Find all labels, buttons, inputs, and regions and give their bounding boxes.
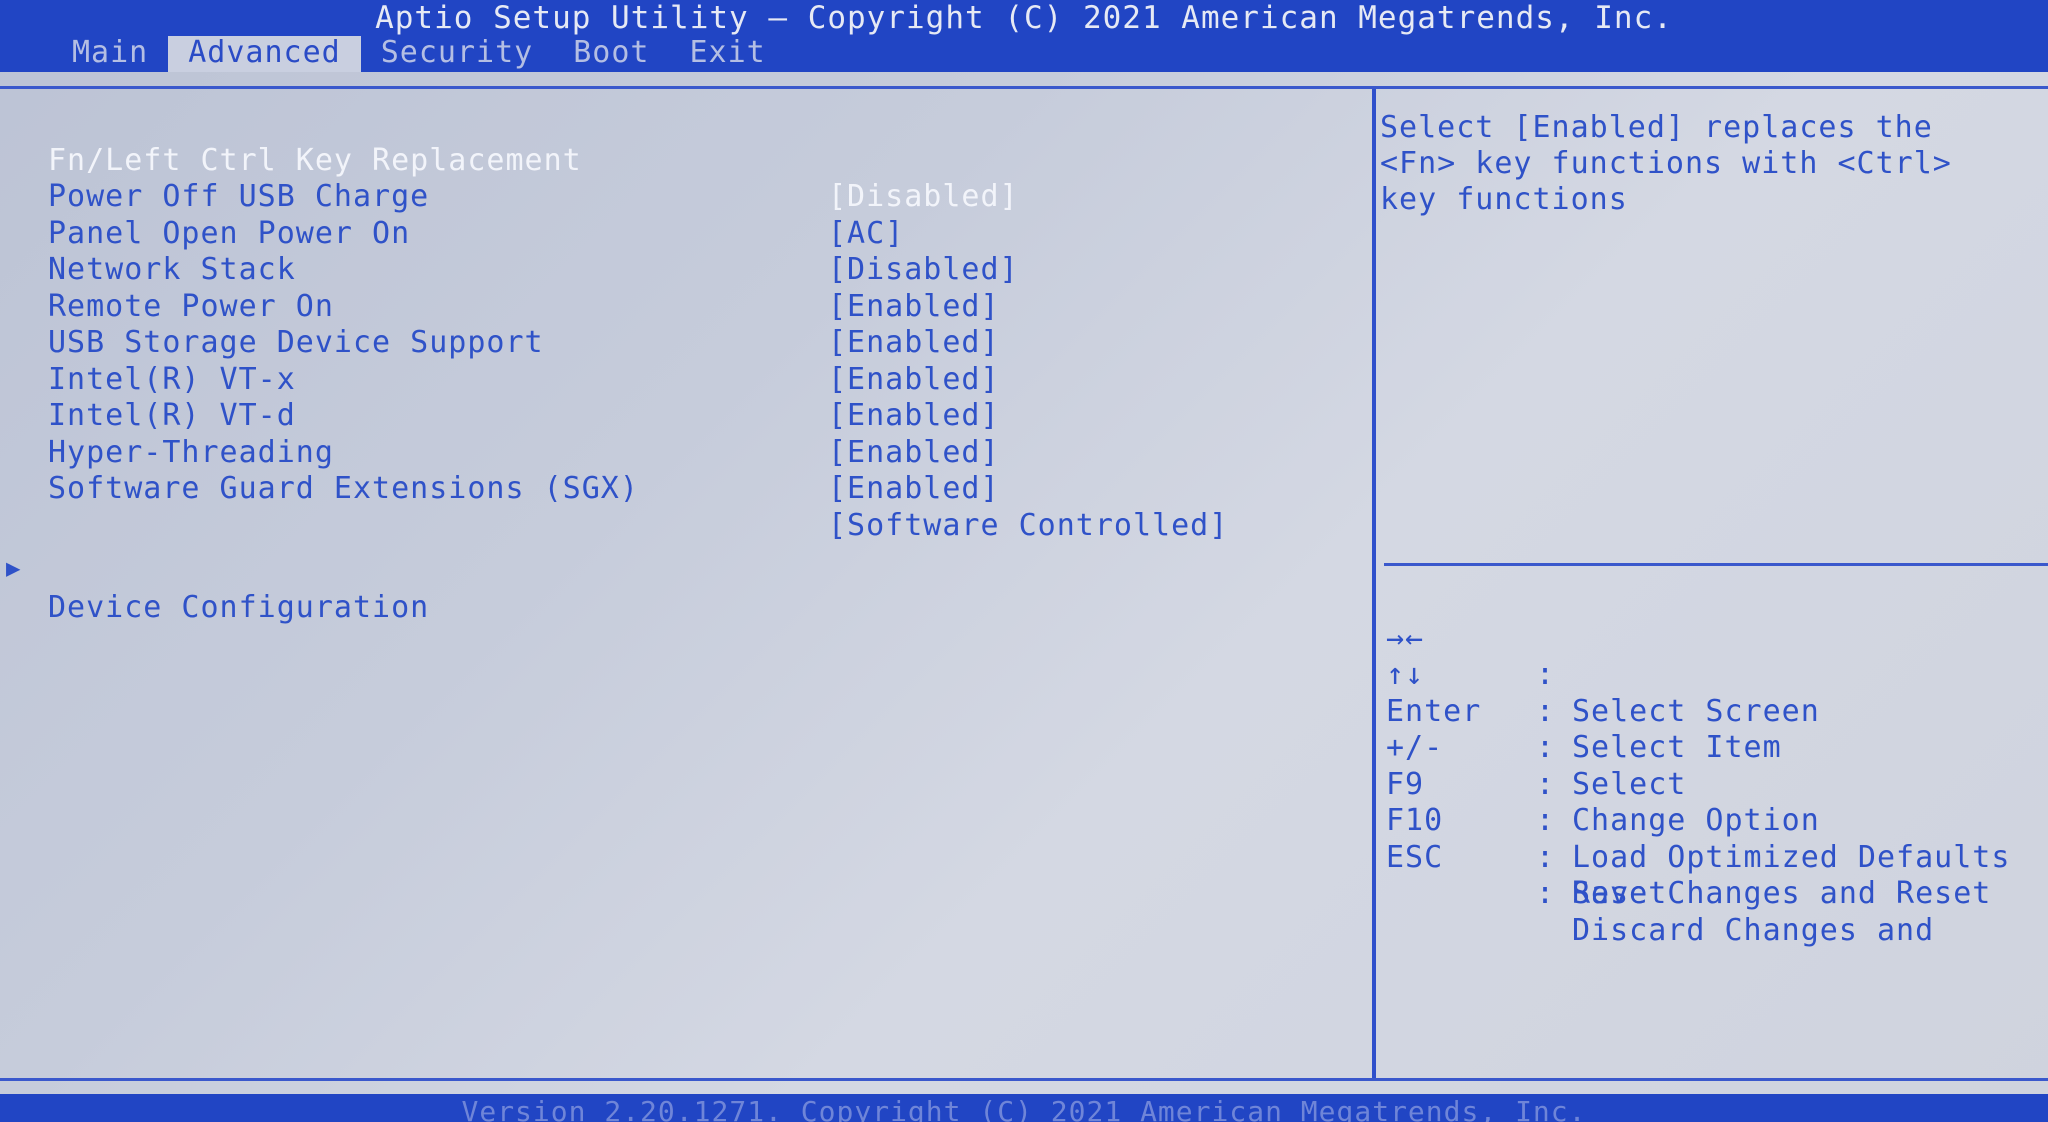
footer-version-text: Version 2.20.1271. Copyright (C) 2021 Am… xyxy=(461,1095,1587,1122)
help-panel: Select [Enabled] replaces the <Fn> key f… xyxy=(1380,110,2020,218)
setting-network-stack[interactable]: Network Stack [Enabled] xyxy=(48,216,1348,324)
app-title: Aptio Setup Utility – Copyright (C) 2021… xyxy=(375,0,1673,36)
submenu-arrow-icon: ▶ xyxy=(6,554,22,582)
tab-exit[interactable]: Exit xyxy=(670,36,786,72)
top-divider xyxy=(0,86,2048,89)
setting-remote-power-on[interactable]: Remote Power On [Enabled] xyxy=(48,252,1348,361)
tab-security[interactable]: Security xyxy=(361,36,554,72)
help-divider xyxy=(1384,563,2048,566)
submenu-device-configuration[interactable]: ▶ Device Configuration xyxy=(0,508,428,625)
help-text-line: <Fn> key functions with <Ctrl> xyxy=(1380,146,1952,181)
setting-intel-vt-d[interactable]: Intel(R) VT-d [Enabled] xyxy=(48,362,1348,470)
setting-fn-ctrl-replacement[interactable]: Fn/Left Ctrl Key Replacement [Disabled] xyxy=(48,106,1348,215)
bottom-divider xyxy=(0,1078,2048,1081)
key-legend-row-continued: Reset xyxy=(1386,840,2048,911)
key-legend-row: F10 : Save Changes and Reset xyxy=(1386,767,2048,911)
key-legend-row: ↑↓ : Select Item xyxy=(1386,621,2048,765)
setting-power-off-usb-charge[interactable]: Power Off USB Charge [AC] xyxy=(48,143,1348,251)
tab-bar: Main Advanced Security Boot Exit xyxy=(52,36,786,72)
key-legend-row: →← : Select Screen xyxy=(1386,584,2048,729)
tab-advanced[interactable]: Advanced xyxy=(168,36,361,72)
setting-panel-open-power-on[interactable]: Panel Open Power On [Disabled] xyxy=(48,179,1348,288)
key-legend-row: F9 : Load Optimized Defaults xyxy=(1386,730,2048,875)
setting-hyper-threading[interactable]: Hyper-Threading [Enabled] xyxy=(48,398,1348,507)
bios-screen: Aptio Setup Utility – Copyright (C) 2021… xyxy=(0,0,2048,1122)
key-description: Reset xyxy=(1572,876,1668,911)
key-legend-row: +/- : Change Option xyxy=(1386,694,2048,838)
settings-list: Fn/Left Ctrl Key Replacement [Disabled] … xyxy=(48,106,1348,543)
setting-usb-storage-support[interactable]: USB Storage Device Support [Enabled] xyxy=(48,289,1348,397)
key-separator: : xyxy=(1536,876,1556,911)
setting-sgx[interactable]: Software Guard Extensions (SGX) [Softwar… xyxy=(48,435,1348,543)
setting-intel-vt-x[interactable]: Intel(R) VT-x [Enabled] xyxy=(48,325,1348,434)
footer-bar: Version 2.20.1271. Copyright (C) 2021 Am… xyxy=(0,1094,2048,1122)
tab-boot[interactable]: Boot xyxy=(553,36,669,72)
key-description: Discard Changes and xyxy=(1572,912,1935,948)
header-bar: Aptio Setup Utility – Copyright (C) 2021… xyxy=(0,0,2048,72)
help-text-line: key functions xyxy=(1380,182,1628,217)
key-legend-row: ESC : Discard Changes and xyxy=(1386,803,2048,948)
tab-main[interactable]: Main xyxy=(52,36,168,72)
panel-divider xyxy=(1372,89,1376,1079)
setting-value[interactable]: [Enabled] xyxy=(828,471,1000,508)
setting-label: Software Guard Extensions (SGX) xyxy=(48,471,639,506)
setting-value[interactable]: [Software Controlled] xyxy=(828,508,1228,545)
help-text-line: Select [Enabled] replaces the xyxy=(1380,110,1933,145)
submenu-label: Device Configuration xyxy=(48,590,430,625)
key-legend-row: Enter : Select xyxy=(1386,657,2048,802)
key-legend: →← : Select Screen ↑↓ : Select Item Ente… xyxy=(1386,584,2048,948)
